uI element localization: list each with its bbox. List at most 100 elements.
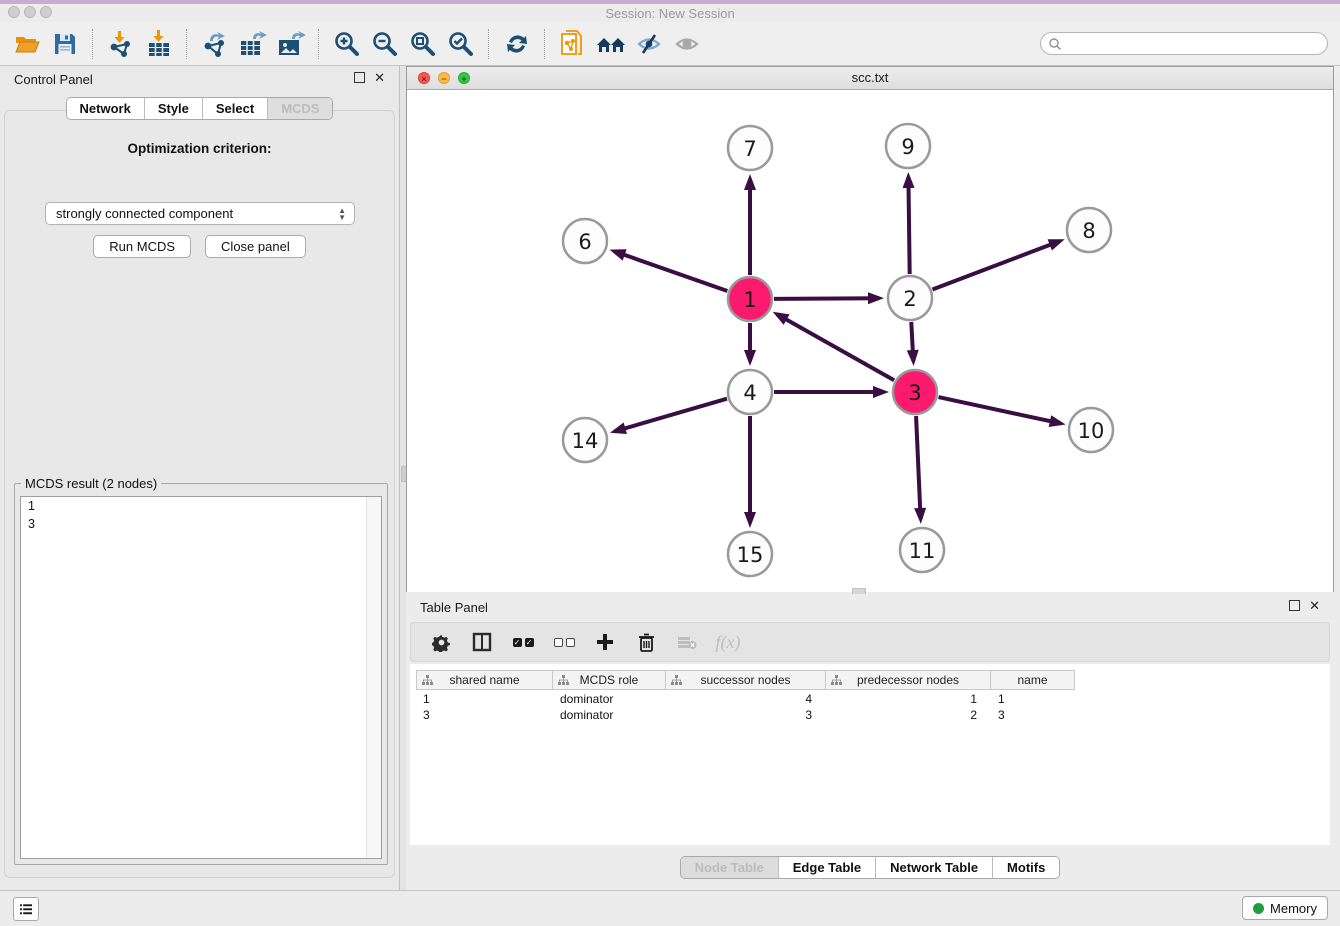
delete-table-icon xyxy=(677,634,697,650)
table-cell[interactable]: dominator xyxy=(553,692,666,708)
graph-edge-3-11[interactable] xyxy=(916,416,921,519)
unchecked-box-icon xyxy=(566,638,575,647)
export-image-button[interactable] xyxy=(274,27,308,61)
close-table-panel-icon[interactable]: ✕ xyxy=(1309,600,1320,611)
result-scrollbar[interactable] xyxy=(366,497,381,858)
graph-edge-4-14[interactable] xyxy=(615,399,727,432)
function-builder-button[interactable]: f(x) xyxy=(716,630,740,654)
hide-selected-button[interactable] xyxy=(632,27,666,61)
table-cell[interactable]: 1 xyxy=(416,692,553,708)
column-header-name[interactable]: name xyxy=(991,670,1075,690)
import-network-button[interactable] xyxy=(104,27,138,61)
table-cell[interactable]: 1 xyxy=(991,692,1075,708)
graph-edge-1-6[interactable] xyxy=(614,251,727,291)
table-row[interactable]: 3dominator323 xyxy=(416,708,1324,724)
network-canvas[interactable]: 7968124314101511 xyxy=(407,90,1333,592)
network-window-title: scc.txt xyxy=(407,70,1333,85)
column-header-predecessor-nodes[interactable]: predecessor nodes xyxy=(826,670,991,690)
float-panel-icon[interactable] xyxy=(354,72,365,83)
search-input[interactable] xyxy=(1062,34,1327,54)
open-session-button[interactable] xyxy=(10,27,44,61)
column-header-shared-name[interactable]: shared name xyxy=(416,670,553,690)
close-panel-icon[interactable]: ✕ xyxy=(374,72,385,83)
table-cell[interactable]: 3 xyxy=(666,708,826,724)
mcds-result-list[interactable]: 13 xyxy=(20,496,382,859)
memory-label: Memory xyxy=(1270,901,1317,916)
tab-style[interactable]: Style xyxy=(145,98,203,119)
table-cell[interactable]: 2 xyxy=(826,708,991,724)
tab-node-table[interactable]: Node Table xyxy=(681,857,779,878)
table-cell[interactable]: 4 xyxy=(666,692,826,708)
fx-icon: f(x) xyxy=(716,632,741,653)
optimization-criterion-select[interactable]: strongly connected component ▲▼ xyxy=(45,202,355,225)
graph-edge-3-10[interactable] xyxy=(938,397,1060,423)
zoom-fit-icon xyxy=(409,30,437,58)
float-table-panel-icon[interactable] xyxy=(1289,600,1300,611)
result-item[interactable]: 3 xyxy=(21,515,381,533)
table-cell[interactable]: dominator xyxy=(553,708,666,724)
zoom-selected-button[interactable] xyxy=(444,27,478,61)
memory-button[interactable]: Memory xyxy=(1242,896,1328,920)
delete-table-button[interactable] xyxy=(675,630,699,654)
table-tabs: Node Table Edge Table Network Table Moti… xyxy=(680,856,1061,879)
first-neighbors-button[interactable] xyxy=(594,27,628,61)
graph-edge-2-3[interactable] xyxy=(911,322,913,361)
tab-edge-table[interactable]: Edge Table xyxy=(779,857,876,878)
zoom-out-button[interactable] xyxy=(368,27,402,61)
network-graph: 7968124314101511 xyxy=(407,90,1333,592)
graph-node-label: 3 xyxy=(908,381,921,405)
run-mcds-button[interactable]: Run MCDS xyxy=(93,235,191,258)
toolbar-separator xyxy=(318,29,320,59)
result-item[interactable]: 1 xyxy=(21,497,381,515)
refresh-view-button[interactable] xyxy=(500,27,534,61)
table-cell[interactable]: 3 xyxy=(991,708,1075,724)
hierarchy-icon xyxy=(671,675,682,686)
zoom-in-button[interactable] xyxy=(330,27,364,61)
show-all-icon xyxy=(673,31,701,57)
chevron-up-down-icon: ▲▼ xyxy=(338,207,346,221)
memory-status-icon xyxy=(1253,903,1264,914)
save-icon xyxy=(52,31,78,57)
export-network-button[interactable] xyxy=(198,27,232,61)
list-icon xyxy=(20,903,32,916)
graph-edge-3-1[interactable] xyxy=(777,314,894,380)
add-column-button[interactable] xyxy=(593,630,617,654)
zoom-fit-button[interactable] xyxy=(406,27,440,61)
tab-motifs[interactable]: Motifs xyxy=(993,857,1059,878)
columns-icon xyxy=(472,632,492,652)
save-session-button[interactable] xyxy=(48,27,82,61)
node-table[interactable]: shared name MCDS role successor nodes pr… xyxy=(410,664,1330,845)
export-table-button[interactable] xyxy=(236,27,270,61)
search-box[interactable] xyxy=(1040,32,1328,55)
table-cell[interactable]: 1 xyxy=(826,692,991,708)
graph-edge-1-2[interactable] xyxy=(774,298,879,299)
mcds-result-group: MCDS result (2 nodes) 13 xyxy=(14,483,388,865)
table-body[interactable]: 1dominator4113dominator323 xyxy=(416,692,1324,724)
new-network-from-selection-button[interactable] xyxy=(556,27,590,61)
task-history-button[interactable] xyxy=(13,897,39,921)
column-manager-button[interactable] xyxy=(470,630,494,654)
tab-select[interactable]: Select xyxy=(203,98,268,119)
control-panel-title: Control Panel xyxy=(14,72,93,87)
import-table-button[interactable] xyxy=(142,27,176,61)
table-settings-button[interactable] xyxy=(429,630,453,654)
tab-network[interactable]: Network xyxy=(67,98,145,119)
graph-node-label: 9 xyxy=(901,135,914,159)
graph-edge-2-8[interactable] xyxy=(932,241,1060,289)
deselect-all-columns-button[interactable] xyxy=(552,630,576,654)
import-network-icon xyxy=(107,30,135,58)
network-window-titlebar[interactable]: × − + scc.txt xyxy=(407,67,1333,90)
show-all-button[interactable] xyxy=(670,27,704,61)
import-table-icon xyxy=(145,30,173,58)
table-row[interactable]: 1dominator411 xyxy=(416,692,1324,708)
table-cell[interactable]: 3 xyxy=(416,708,553,724)
delete-column-button[interactable] xyxy=(634,630,658,654)
select-all-columns-button[interactable]: ✓ ✓ xyxy=(511,630,535,654)
tab-network-table[interactable]: Network Table xyxy=(876,857,993,878)
graph-node-label: 7 xyxy=(743,137,756,161)
column-header-successor-nodes[interactable]: successor nodes xyxy=(666,670,826,690)
tab-mcds[interactable]: MCDS xyxy=(268,98,332,119)
column-header-mcds-role[interactable]: MCDS role xyxy=(553,670,666,690)
close-panel-button[interactable]: Close panel xyxy=(205,235,306,258)
graph-edge-2-9[interactable] xyxy=(908,177,909,274)
